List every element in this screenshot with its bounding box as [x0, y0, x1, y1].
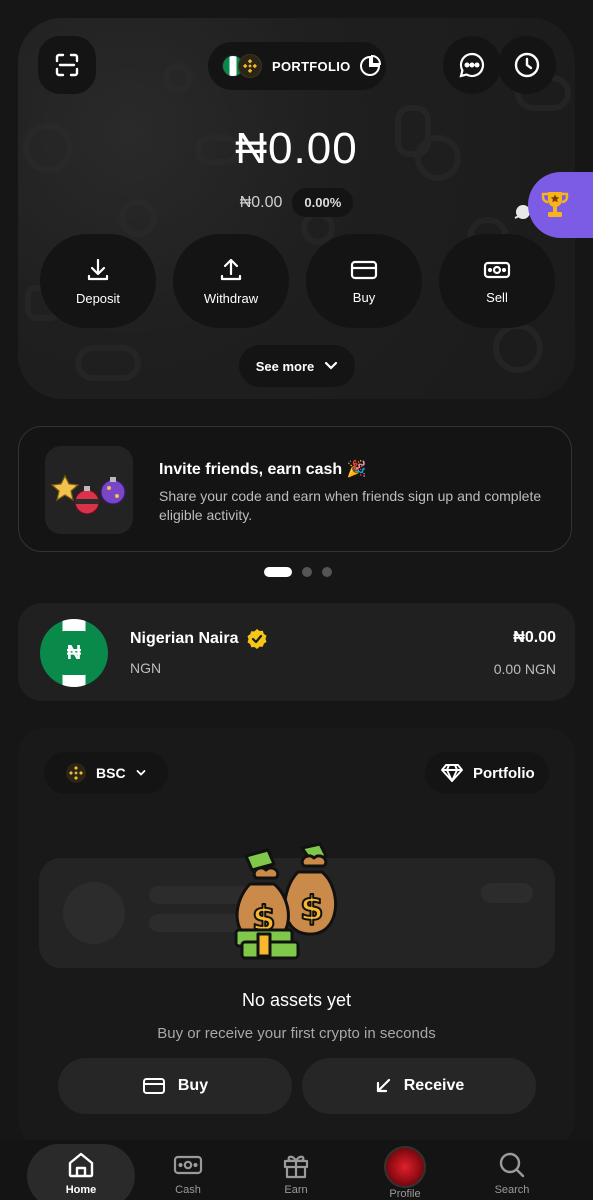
see-more-button[interactable]: See more — [239, 345, 355, 387]
total-balance: ₦0.00 — [235, 124, 358, 173]
assets-panel: BSC Portfolio $ $ No assets yet Buy or r… — [18, 728, 575, 1148]
bottom-navigation: Home Cash Earn Profile Search — [0, 1140, 593, 1200]
card-icon — [350, 260, 378, 279]
sell-button[interactable]: Sell — [439, 234, 555, 328]
trophy-icon — [541, 192, 569, 217]
chat-bubble-icon — [459, 52, 485, 78]
bnb-chain-icon — [66, 763, 86, 783]
portfolio-hero-card: PORTFOLIO ₦0.00 ₦0.00 0.00% Deposit With… — [18, 18, 575, 399]
buy-button[interactable]: Buy — [306, 234, 422, 328]
chain-selector[interactable]: BSC — [44, 752, 168, 794]
avatar — [384, 1146, 426, 1188]
currency-name: Nigerian Naira — [130, 630, 239, 647]
portfolio-button[interactable]: Portfolio — [425, 752, 549, 794]
naira-account-card[interactable]: ₦ Nigerian Naira NGN ₦0.00 0.00 NGN — [18, 603, 575, 701]
deposit-label: Deposit — [75, 290, 121, 306]
balance-sub-row: ₦0.00 0.00% — [18, 188, 575, 217]
card-icon — [142, 1078, 165, 1094]
promo-title: Invite friends, earn cash 🎉 — [159, 461, 367, 478]
skeleton-line — [481, 883, 533, 903]
diamond-icon — [441, 764, 463, 782]
cash-icon — [173, 1155, 203, 1175]
receive-crypto-button[interactable]: Receive — [302, 1058, 536, 1114]
change-percent-badge: 0.00% — [292, 188, 354, 217]
clock-icon — [514, 52, 540, 78]
see-more-label: See more — [255, 358, 315, 374]
nav-label-profile: Profile — [389, 1188, 421, 1200]
svg-text:$: $ — [300, 889, 324, 929]
withdraw-label: Withdraw — [203, 290, 259, 306]
buy-crypto-button[interactable]: Buy — [58, 1058, 292, 1114]
bnb-icon — [238, 54, 262, 78]
portfolio-label: Portfolio — [473, 764, 535, 782]
ornaments-image — [45, 446, 133, 534]
secondary-balance: ₦0.00 — [239, 193, 283, 211]
nav-label-earn: Earn — [284, 1184, 308, 1196]
verified-badge-icon — [247, 629, 267, 649]
buy-crypto-label: Buy — [177, 1077, 209, 1094]
buy-label: Buy — [352, 289, 376, 305]
cash-icon — [483, 261, 511, 278]
currency-code: NGN — [130, 660, 162, 676]
nav-item-earn[interactable]: Earn — [246, 1140, 346, 1200]
skeleton-avatar — [63, 882, 125, 944]
carousel-pagination — [264, 567, 332, 577]
nav-item-search[interactable]: Search — [462, 1140, 562, 1200]
arrow-down-left-icon — [376, 1078, 390, 1093]
gift-icon — [283, 1155, 309, 1179]
empty-state-title: No assets yet — [241, 990, 352, 1010]
chat-button[interactable] — [443, 36, 501, 94]
nav-item-profile[interactable]: Profile — [355, 1140, 455, 1200]
chevron-down-icon — [136, 770, 145, 776]
history-button[interactable] — [498, 36, 556, 94]
nav-item-cash[interactable]: Cash — [138, 1140, 238, 1200]
search-icon — [499, 1152, 525, 1178]
invite-promo-card[interactable]: Invite friends, earn cash 🎉 Share your c… — [18, 426, 572, 552]
sell-label: Sell — [486, 289, 508, 305]
nav-label-search: Search — [494, 1184, 530, 1196]
naira-currency-icon: ₦ — [40, 619, 108, 687]
rewards-tab-button[interactable] — [528, 172, 593, 238]
download-icon — [87, 258, 109, 280]
scan-icon — [55, 53, 79, 77]
nav-label-home: Home — [65, 1184, 97, 1196]
empty-state-subtitle: Buy or receive your first crypto in seco… — [157, 1025, 436, 1042]
quick-actions: Deposit Withdraw Buy Sell — [40, 234, 555, 328]
currency-flags — [222, 53, 264, 79]
currency-amount: ₦0.00 — [513, 629, 556, 646]
deposit-button[interactable]: Deposit — [40, 234, 156, 328]
currency-name-row: Nigerian Naira — [130, 628, 268, 650]
pie-chart-icon — [359, 55, 381, 76]
nav-item-home[interactable]: Home — [31, 1140, 131, 1200]
carousel-dot[interactable] — [302, 567, 312, 577]
portfolio-pill-button[interactable]: PORTFOLIO — [208, 42, 386, 90]
empty-state-actions: Buy Receive — [58, 1058, 536, 1114]
chain-label: BSC — [96, 765, 126, 781]
money-bags-illustration: $ $ — [234, 842, 338, 960]
carousel-dot[interactable] — [264, 567, 292, 577]
portfolio-label: PORTFOLIO — [272, 58, 351, 74]
carousel-dot[interactable] — [322, 567, 332, 577]
nav-label-cash: Cash — [175, 1184, 201, 1196]
receive-crypto-label: Receive — [403, 1077, 465, 1094]
chevron-down-icon — [325, 361, 338, 370]
naira-symbol: ₦ — [60, 631, 88, 675]
currency-amount-ngn: 0.00 NGN — [493, 661, 556, 677]
promo-description: Share your code and earn when friends si… — [159, 488, 542, 523]
home-icon — [68, 1152, 94, 1178]
scan-button[interactable] — [38, 36, 96, 94]
withdraw-button[interactable]: Withdraw — [173, 234, 289, 328]
upload-icon — [220, 258, 242, 280]
